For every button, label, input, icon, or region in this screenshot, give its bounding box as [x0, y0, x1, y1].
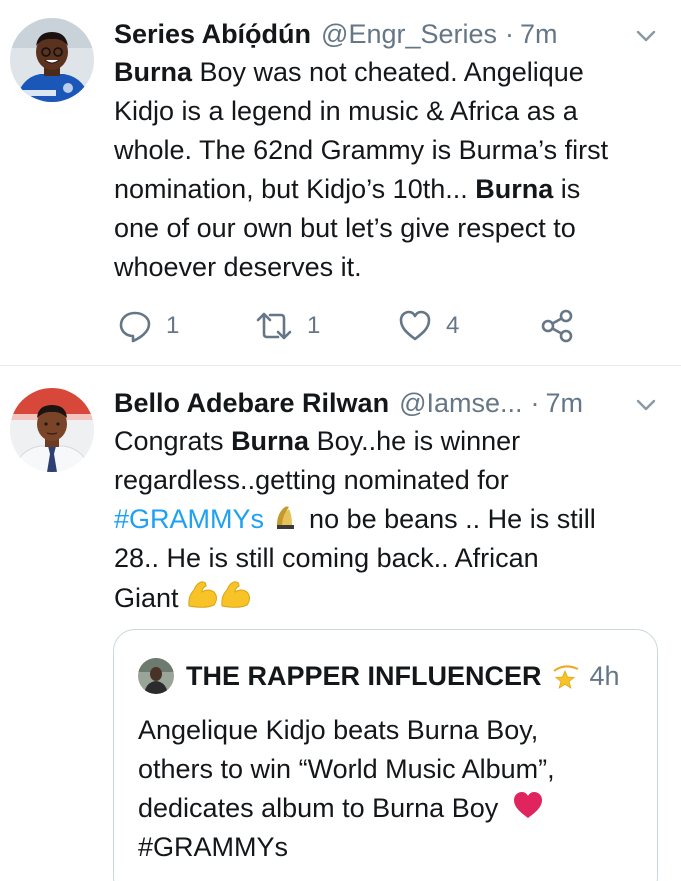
quoted-tweet-text: Angelique Kidjo beats Burna Boy, others …: [138, 715, 555, 862]
chevron-down-icon[interactable]: [634, 24, 658, 48]
share-icon: [541, 309, 573, 343]
tweet-header: Bello Adebare Rilwan @Iamse... · 7m: [114, 385, 661, 421]
reply-icon: [119, 311, 151, 343]
quoted-tweet[interactable]: THE RAPPER INFLUENCER 4h Angelique Kidjo…: [113, 629, 658, 881]
red-heart-emoji: [513, 792, 542, 818]
retweet-count: 1: [307, 312, 321, 339]
tweet[interactable]: Bello Adebare Rilwan @Iamse... · 7m Cong…: [0, 366, 681, 881]
tweet-text: Congrats Burna Boy..he is winner regardl…: [114, 426, 596, 613]
flexed-biceps-emoji: [188, 581, 251, 608]
tweet-header: Series Abíọ́dún @Engr_Series · 7m: [114, 16, 661, 52]
user-handle[interactable]: @Iamse...: [399, 388, 522, 419]
timestamp[interactable]: 7m: [546, 388, 584, 419]
separator: ·: [530, 387, 540, 418]
heart-icon: [399, 310, 431, 341]
display-name[interactable]: Bello Adebare Rilwan: [114, 388, 389, 419]
like-button[interactable]: 4: [398, 306, 459, 346]
display-name[interactable]: Series Abíọ́dún: [114, 19, 311, 50]
separator: ·: [505, 18, 515, 49]
chevron-down-icon[interactable]: [634, 393, 658, 417]
quoted-display-name: THE RAPPER INFLUENCER: [186, 660, 542, 691]
user-handle[interactable]: @Engr_Series: [321, 19, 497, 50]
reply-count: 1: [166, 312, 180, 339]
retweet-button[interactable]: 1: [255, 306, 320, 346]
like-count: 4: [446, 312, 460, 339]
timestamp[interactable]: 7m: [520, 19, 558, 50]
dizzy-star-emoji: [552, 665, 578, 689]
reply-button[interactable]: 1: [118, 306, 179, 346]
avatar[interactable]: [10, 388, 94, 472]
quoted-avatar: [138, 658, 174, 694]
avatar[interactable]: [10, 18, 94, 102]
quoted-tweet-header: THE RAPPER INFLUENCER 4h: [138, 656, 620, 696]
share-button[interactable]: [540, 306, 574, 346]
quoted-timestamp: 4h: [589, 660, 620, 691]
tweet[interactable]: Series Abíọ́dún @Engr_Series · 7m Burna …: [0, 0, 681, 366]
retweet-icon: [256, 312, 292, 340]
hashtag-link[interactable]: #GRAMMYs: [114, 504, 264, 534]
tweet-text: Burna Boy was not cheated. Angelique Kid…: [114, 57, 609, 282]
trophy-emoji: [276, 506, 294, 529]
tweet-actions: 1 1 4: [114, 306, 594, 346]
